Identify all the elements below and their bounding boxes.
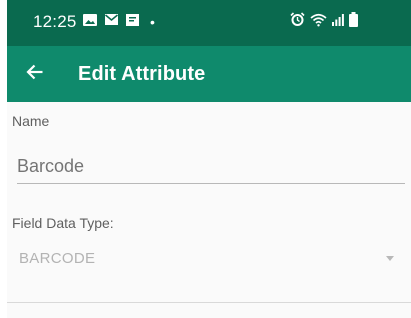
mail-icon — [104, 13, 119, 31]
screen: 12:25 • Edit Attribute Name Barcode Fiel… — [0, 0, 411, 318]
signal-icon — [332, 13, 344, 31]
status-left-icons: • — [82, 13, 155, 32]
status-bar: 12:25 • — [7, 0, 411, 46]
app-bar: Edit Attribute — [7, 46, 411, 102]
back-button[interactable] — [17, 56, 53, 92]
device-frame: 12:25 • Edit Attribute Name Barcode Fiel… — [7, 0, 411, 318]
name-input[interactable] — [17, 149, 405, 184]
dropdown-arrow-icon — [386, 256, 394, 261]
field-data-type-value: BARCODE — [19, 250, 96, 267]
edit-attribute-form: Name Field Data Type: BARCODE — [7, 102, 411, 318]
notification-icon — [125, 13, 140, 32]
field-data-type-label: Field Data Type: — [12, 215, 114, 231]
page-title: Edit Attribute — [78, 63, 206, 85]
status-dot: • — [150, 14, 155, 30]
alarm-icon — [290, 12, 305, 32]
battery-icon — [349, 12, 358, 32]
divider — [7, 302, 411, 303]
field-data-type-select[interactable]: BARCODE — [12, 242, 404, 276]
image-icon — [82, 13, 98, 32]
arrow-left-icon — [26, 63, 44, 86]
status-time: 12:25 — [33, 12, 77, 31]
wifi-icon — [310, 13, 327, 32]
name-label: Name — [12, 113, 50, 129]
status-right-icons — [290, 12, 358, 32]
